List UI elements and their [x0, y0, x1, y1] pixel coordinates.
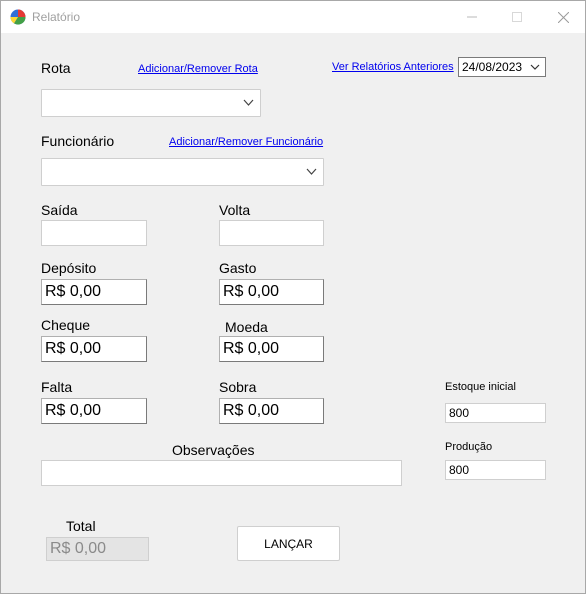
date-picker[interactable]: 24/08/2023 — [458, 57, 546, 77]
saida-label: Saída — [41, 202, 78, 218]
employee-select[interactable] — [41, 158, 324, 186]
chevron-down-icon — [530, 64, 540, 70]
total-label: Total — [66, 518, 96, 534]
total-value: R$ 0,00 — [46, 537, 149, 561]
close-icon — [557, 11, 569, 23]
maximize-button[interactable] — [495, 1, 539, 33]
date-value: 24/08/2023 — [462, 60, 523, 74]
chevron-down-icon — [306, 168, 317, 175]
close-button[interactable] — [541, 1, 585, 33]
report-window: Relatório Rota Adicionar/Remover Rota Ve… — [0, 0, 586, 594]
title-bar[interactable]: Relatório — [1, 1, 585, 33]
observacoes-label: Observações — [172, 442, 255, 458]
volta-input[interactable] — [219, 220, 324, 246]
cheque-input[interactable]: R$ 0,00 — [41, 336, 147, 362]
moeda-input[interactable]: R$ 0,00 — [219, 336, 324, 362]
saida-input[interactable] — [41, 220, 147, 246]
producao-label: Produção — [445, 441, 493, 453]
producao-input[interactable]: 800 — [445, 460, 546, 480]
maximize-icon — [512, 12, 522, 22]
route-select[interactable] — [41, 89, 261, 117]
deposito-input[interactable]: R$ 0,00 — [41, 279, 147, 305]
estoque-input[interactable]: 800 — [445, 403, 546, 423]
previous-reports-link[interactable]: Ver Relatórios Anteriores — [332, 61, 454, 73]
falta-input[interactable]: R$ 0,00 — [41, 398, 147, 424]
chevron-down-icon — [243, 99, 254, 106]
pie-chart-app-icon — [10, 9, 26, 25]
cheque-label: Cheque — [41, 317, 91, 333]
deposito-label: Depósito — [41, 260, 97, 276]
gasto-label: Gasto — [219, 260, 257, 276]
gasto-input[interactable]: R$ 0,00 — [219, 279, 324, 305]
add-remove-employee-link[interactable]: Adicionar/Remover Funcionário — [169, 136, 323, 148]
lancar-button[interactable]: LANÇAR — [237, 526, 340, 561]
minimize-icon — [467, 16, 477, 18]
sobra-label: Sobra — [219, 379, 257, 395]
minimize-button[interactable] — [450, 1, 494, 33]
volta-label: Volta — [219, 202, 251, 218]
sobra-input[interactable]: R$ 0,00 — [219, 398, 324, 424]
falta-label: Falta — [41, 379, 73, 395]
window-title: Relatório — [32, 10, 81, 24]
estoque-label: Estoque inicial — [445, 381, 516, 393]
rota-label: Rota — [41, 60, 71, 76]
moeda-label: Moeda — [225, 319, 268, 335]
observacoes-input[interactable] — [41, 460, 402, 486]
employee-label: Funcionário — [41, 133, 115, 149]
add-remove-route-link[interactable]: Adicionar/Remover Rota — [138, 63, 258, 75]
